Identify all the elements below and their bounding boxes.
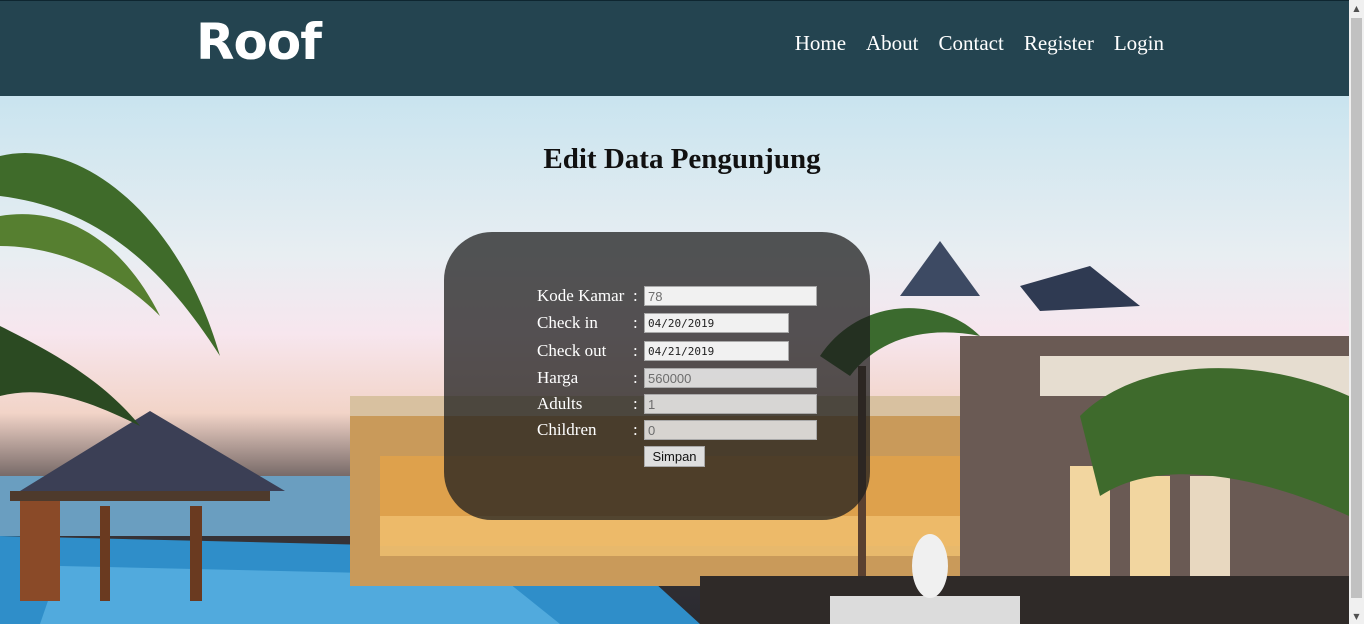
field-colon: :: [633, 313, 638, 332]
form-row-harga: Harga : 560000: [537, 367, 817, 389]
scroll-thumb[interactable]: [1351, 18, 1362, 598]
form-row-children: Children : 0: [537, 419, 817, 441]
form-row-check-out: Check out : 04/21/2019: [537, 340, 789, 362]
harga-input[interactable]: 560000: [644, 368, 817, 388]
field-label: Check in: [537, 313, 598, 332]
check-out-date-input[interactable]: 04/21/2019: [644, 341, 789, 361]
nav-about[interactable]: About: [866, 31, 919, 56]
nav-links: Home About Contact Register Login: [795, 31, 1164, 56]
field-colon: :: [633, 341, 638, 360]
field-colon: :: [633, 394, 638, 413]
form-row-kode-kamar: Kode Kamar : 78: [537, 285, 817, 307]
field-label: Check out: [537, 341, 607, 360]
vertical-scrollbar[interactable]: ▲ ▼: [1349, 0, 1364, 624]
field-label: Children: [537, 420, 597, 439]
scroll-down-icon[interactable]: ▼: [1349, 608, 1364, 624]
field-label: Harga: [537, 368, 579, 387]
simpan-button[interactable]: Simpan: [644, 446, 705, 467]
adults-input[interactable]: 1: [644, 394, 817, 414]
children-input[interactable]: 0: [644, 420, 817, 440]
kode-kamar-input[interactable]: 78: [644, 286, 817, 306]
nav-home[interactable]: Home: [795, 31, 846, 56]
field-label: Adults: [537, 394, 583, 413]
check-in-date-input[interactable]: 04/20/2019: [644, 313, 789, 333]
form-row-check-in: Check in : 04/20/2019: [537, 312, 789, 334]
form-row-adults: Adults : 1: [537, 393, 817, 415]
field-label: Kode Kamar: [537, 286, 625, 305]
nav-contact[interactable]: Contact: [939, 31, 1004, 56]
brand-logo[interactable]: Roof: [196, 13, 322, 71]
navbar: Roof Home About Contact Register Login: [0, 0, 1349, 96]
nav-register[interactable]: Register: [1024, 31, 1094, 56]
page-title: Edit Data Pengunjung: [543, 143, 821, 175]
field-colon: :: [633, 368, 638, 387]
field-colon: :: [633, 286, 638, 305]
field-colon: :: [633, 420, 638, 439]
nav-login[interactable]: Login: [1114, 31, 1164, 56]
scroll-up-icon[interactable]: ▲: [1349, 0, 1364, 16]
